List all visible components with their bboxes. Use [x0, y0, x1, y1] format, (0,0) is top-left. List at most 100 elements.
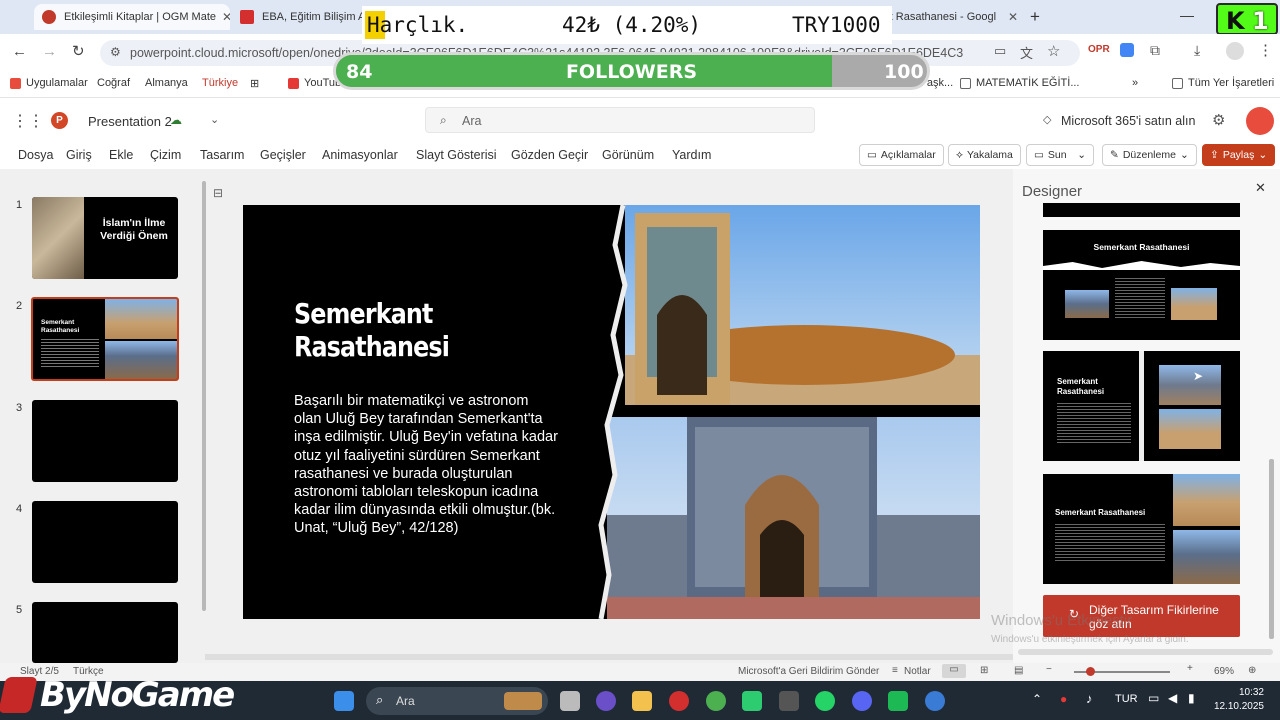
feedback-link[interactable]: Microsoft'a Geri Bildirim Gönder [738, 666, 879, 677]
close-icon[interactable]: ✕ [1255, 180, 1266, 196]
slide-thumbnail-4[interactable] [32, 501, 178, 583]
bookmark-all[interactable]: Tüm Yer İşaretleri [1172, 77, 1274, 89]
thumbnail-scrollbar[interactable] [202, 181, 206, 611]
normal-view-icon[interactable]: ▭ [942, 664, 966, 678]
pen-icon[interactable] [779, 691, 799, 711]
browser-tab[interactable]: rt Rasathanesi - Googl ✕ [878, 4, 1026, 30]
slide-title[interactable]: Semerkant Rasathanesi [294, 297, 450, 363]
sorter-view-icon[interactable]: ⊞ [980, 665, 988, 676]
grid-icon[interactable]: ⊞ [250, 77, 259, 90]
download-icon[interactable]: ⤓ [1194, 42, 1200, 59]
design-idea-card[interactable]: Semerkant Rasathanesi [1043, 230, 1240, 340]
opera-icon[interactable] [669, 691, 689, 711]
input-language[interactable]: TUR [1115, 693, 1138, 705]
taskbar-search[interactable]: ⌕ Ara [366, 687, 548, 715]
line-icon[interactable] [742, 691, 762, 711]
tab-insert[interactable]: Ekle [109, 148, 133, 162]
chevron-down-icon[interactable]: ⌄ [1077, 149, 1086, 161]
clock-date[interactable]: 12.10.2025 [1210, 701, 1264, 712]
tab-view[interactable]: Görünüm [602, 148, 654, 162]
slide-thumbnail-3[interactable] [32, 400, 178, 482]
designer-hscroll[interactable] [1018, 649, 1273, 655]
tab-transitions[interactable]: Geçişler [260, 148, 306, 162]
extension-icon[interactable] [1120, 43, 1134, 57]
presentation-name[interactable]: Presentation 2 [88, 114, 172, 129]
slide-body[interactable]: Başarılı bir matematikçi ve astronom ola… [294, 392, 559, 538]
tray-chevron-icon[interactable]: ⌃ [1032, 692, 1042, 706]
tab-review[interactable]: Gözden Geçir [511, 148, 588, 162]
site-info-icon[interactable]: ⚙ [110, 45, 121, 59]
extension-icon[interactable]: OPR [1088, 44, 1110, 55]
design-idea-card[interactable]: Semerkant Rasathanesi ➤ [1043, 351, 1240, 461]
tab-design[interactable]: Tasarım [200, 148, 244, 162]
search-input[interactable]: Ara [462, 114, 481, 128]
tab-animations[interactable]: Animasyonlar [322, 148, 398, 162]
app-launcher-icon[interactable]: ⋮⋮ [12, 111, 44, 131]
copilot-icon[interactable] [596, 691, 616, 711]
profile-avatar[interactable] [1226, 42, 1244, 60]
menu-icon[interactable]: ⋮ [1258, 41, 1273, 59]
zoom-out-icon[interactable]: − [1046, 664, 1052, 675]
task-view-icon[interactable] [560, 691, 580, 711]
notes-button[interactable]: Notlar [904, 666, 931, 677]
cast-icon[interactable]: ▭ [994, 43, 1006, 59]
translate-icon[interactable]: 文 [1020, 43, 1033, 62]
new-tab-icon[interactable]: + [1030, 7, 1040, 27]
zoom-in-icon[interactable]: + [1187, 663, 1193, 674]
comments-button[interactable]: ▭ Açıklamalar [859, 144, 944, 166]
browser-tab[interactable]: Etkileşimli Kitaplar | OGM Mate ✕ [34, 4, 230, 30]
file-explorer-icon[interactable] [632, 691, 652, 711]
slide-scroll-track[interactable] [205, 654, 1013, 660]
slide-canvas[interactable]: Semerkant Rasathanesi Başarılı bir matem… [243, 205, 980, 619]
tab-help[interactable]: Yardım [672, 148, 711, 162]
close-icon[interactable]: ✕ [216, 10, 230, 24]
vpn-icon[interactable] [925, 691, 945, 711]
browser-tab[interactable]: EBA, Eğitim Bilişim Ağı [232, 4, 362, 30]
buy-microsoft-365[interactable]: Microsoft 365'i satın alın [1061, 114, 1195, 128]
tray-app-icon[interactable]: ● [1060, 692, 1067, 706]
tab-slideshow[interactable]: Slayt Gösterisi [416, 148, 497, 162]
star-icon[interactable]: ☆ [1047, 42, 1060, 60]
zoom-slider-thumb[interactable] [1086, 667, 1095, 676]
bookmark-item[interactable]: Coğraf [97, 77, 130, 89]
slide-thumbnail-2[interactable]: Semerkant Rasathanesi [31, 297, 179, 381]
minimize-icon[interactable]: — [1180, 7, 1194, 23]
network-icon[interactable]: ▭ [1148, 691, 1159, 705]
discord-icon[interactable] [852, 691, 872, 711]
slide-thumbnail-5[interactable] [32, 602, 178, 663]
chevron-down-icon[interactable]: ⌄ [210, 113, 219, 126]
forward-icon[interactable]: → [42, 43, 57, 60]
extensions-icon[interactable]: ⧉ [1150, 42, 1160, 59]
designer-scrollbar[interactable] [1269, 459, 1274, 639]
slide-thumbnail-1[interactable]: İslam'ın İlme Verdiği Önem [32, 197, 178, 279]
design-idea-card[interactable]: Semerkant Rasathanesi [1043, 474, 1240, 584]
whatsapp-icon[interactable] [815, 691, 835, 711]
more-bookmarks-icon[interactable]: » [1132, 77, 1138, 89]
bookmark-folder[interactable]: MATEMATİK EĞİTİ... [960, 77, 1080, 89]
back-icon[interactable]: ← [12, 43, 27, 60]
editing-mode-button[interactable]: ✎ Düzenleme ⌄ [1102, 144, 1197, 166]
bookmark-apps[interactable]: Uygulamalar [10, 77, 88, 89]
settings-icon[interactable]: ⚙ [1212, 111, 1225, 129]
share-button[interactable]: ⇪ Paylaş ⌄ [1202, 144, 1276, 166]
tab-file[interactable]: Dosya [18, 148, 53, 162]
catchup-button[interactable]: ⟡ Yakalama [948, 144, 1021, 166]
tab-home[interactable]: Giriş [66, 148, 92, 162]
reload-icon[interactable]: ↻ [72, 42, 85, 60]
battery-icon[interactable]: ▮ [1188, 691, 1195, 705]
user-avatar[interactable] [1246, 107, 1274, 135]
start-icon[interactable] [334, 691, 354, 711]
fit-slide-icon[interactable]: ⊕ [1248, 665, 1256, 676]
zoom-level[interactable]: 69% [1214, 666, 1234, 677]
app-icon[interactable] [888, 691, 908, 711]
design-idea-partial[interactable] [1043, 203, 1240, 217]
chrome-icon[interactable] [706, 691, 726, 711]
volume-icon[interactable]: ◀ [1168, 691, 1177, 705]
close-icon[interactable]: ✕ [1002, 10, 1018, 24]
slide-photos[interactable] [595, 205, 980, 619]
collapse-pane-icon[interactable]: ⊟ [213, 186, 223, 200]
tab-draw[interactable]: Çizim [150, 148, 181, 162]
bookmark-item[interactable]: Almanya [145, 77, 188, 89]
microphone-icon[interactable]: ♪ [1086, 691, 1093, 706]
reading-view-icon[interactable]: ▤ [1014, 665, 1023, 676]
